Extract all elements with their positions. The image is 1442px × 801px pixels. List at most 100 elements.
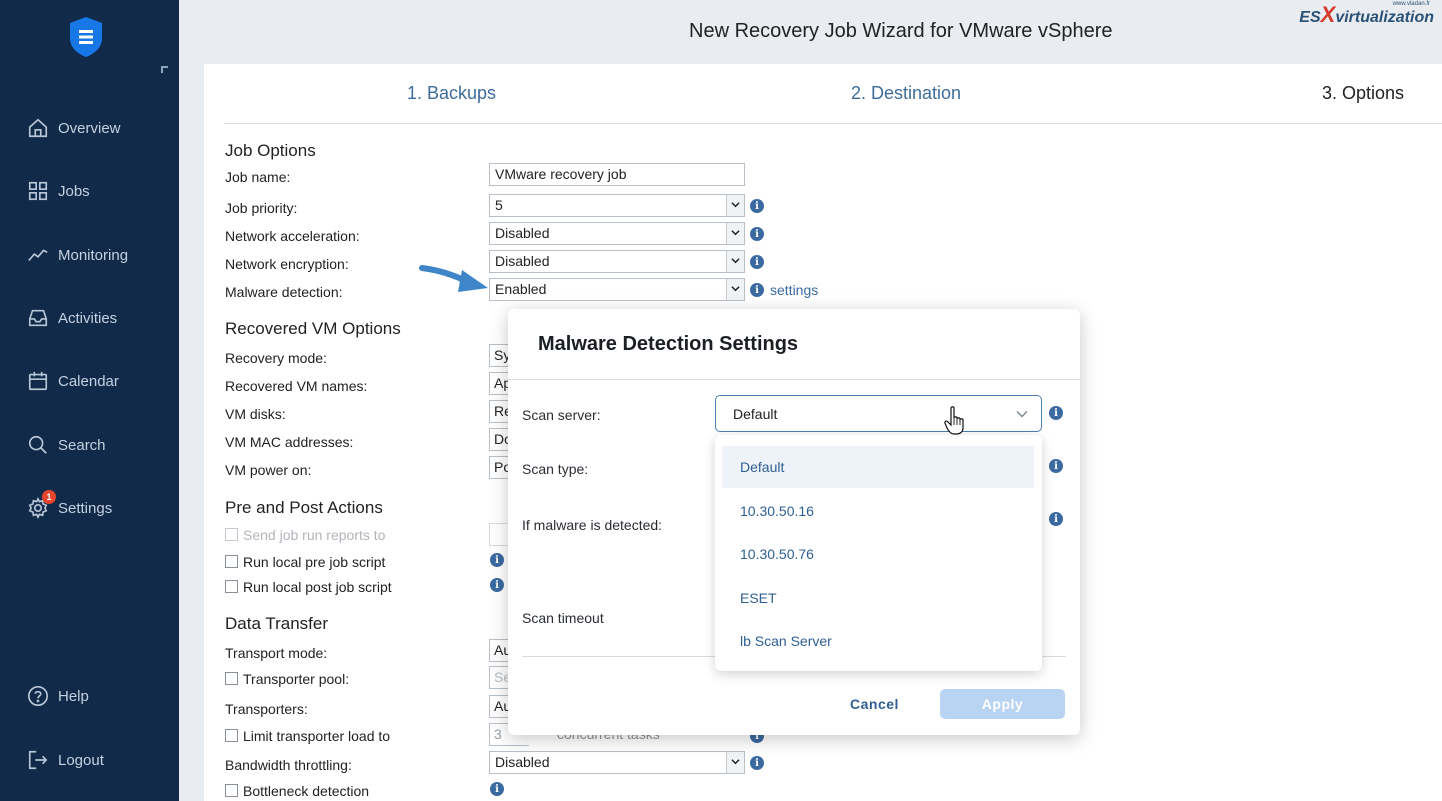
transporter-pool-label: Transporter pool: xyxy=(243,671,350,687)
dialog-title: Malware Detection Settings xyxy=(538,333,799,355)
network-acceleration-label: Network acceleration: xyxy=(225,228,360,244)
chevron-down-icon xyxy=(1016,411,1028,418)
dropdown-option[interactable]: 10.30.50.76 xyxy=(722,533,1034,575)
sidebar-item-calendar[interactable]: Calendar xyxy=(0,361,179,401)
malware-detection-label: Malware detection: xyxy=(225,284,343,300)
transporter-pool-checkbox[interactable] xyxy=(225,672,238,685)
malware-detection-select[interactable]: Enabled xyxy=(489,278,745,301)
section-pre-post-actions: Pre and Post Actions xyxy=(225,498,383,517)
post-job-script-checkbox[interactable] xyxy=(225,580,238,593)
info-icon[interactable]: i xyxy=(1049,459,1063,473)
gear-icon: 1 xyxy=(26,490,56,520)
sidebar-item-search[interactable]: Search xyxy=(0,425,179,465)
malware-settings-link[interactable]: settings xyxy=(770,282,818,298)
network-encryption-label: Network encryption: xyxy=(225,256,349,272)
sidebar-item-label: Overview xyxy=(58,119,121,137)
chevron-down-icon xyxy=(731,286,740,292)
vm-mac-addresses-label: VM MAC addresses: xyxy=(225,434,354,450)
post-job-script-label: Run local post job script xyxy=(243,579,392,595)
wizard-steps: 1. Backups 2. Destination 3. Options xyxy=(224,80,1442,124)
collapse-sidebar-icon[interactable] xyxy=(161,66,168,73)
sidebar-item-overview[interactable]: Overview xyxy=(0,108,179,148)
scan-timeout-label: Scan timeout xyxy=(522,610,604,626)
section-data-transfer: Data Transfer xyxy=(225,614,328,633)
info-icon[interactable]: i xyxy=(750,255,764,269)
watermark-logo: ESXvirtualization www.vladan.fr xyxy=(1299,1,1434,27)
sidebar-item-label: Search xyxy=(58,436,106,454)
limit-load-checkbox[interactable] xyxy=(225,729,238,742)
job-name-input[interactable]: VMware recovery job xyxy=(489,163,745,186)
step-destination[interactable]: 2. Destination xyxy=(851,83,961,104)
sidebar: Overview Jobs Monitoring Activities Cale… xyxy=(0,0,179,801)
info-icon[interactable]: i xyxy=(750,227,764,241)
info-icon[interactable]: i xyxy=(490,553,504,567)
bottleneck-detection-checkbox[interactable] xyxy=(225,784,238,797)
hand-cursor-icon xyxy=(944,406,964,435)
help-icon xyxy=(26,684,50,708)
if-malware-detected-label: If malware is detected: xyxy=(522,517,663,533)
calendar-icon xyxy=(26,369,50,393)
transporters-label: Transporters: xyxy=(225,701,308,717)
apply-button[interactable]: Apply xyxy=(940,689,1065,719)
chevron-down-icon xyxy=(731,258,740,264)
send-reports-checkbox xyxy=(225,528,238,541)
chevron-down-icon xyxy=(731,759,740,765)
bandwidth-throttling-select[interactable]: Disabled xyxy=(489,751,745,774)
sidebar-item-settings[interactable]: 1 Settings xyxy=(0,488,179,528)
pre-job-script-checkbox[interactable] xyxy=(225,555,238,568)
info-icon[interactable]: i xyxy=(490,578,504,592)
sidebar-item-jobs[interactable]: Jobs xyxy=(0,171,179,211)
info-icon[interactable]: i xyxy=(1049,406,1063,420)
scan-server-dropdown: Default 10.30.50.16 10.30.50.76 ESET lb … xyxy=(715,435,1042,671)
network-encryption-select[interactable]: Disabled xyxy=(489,250,745,273)
dropdown-option[interactable]: Default xyxy=(722,446,1034,488)
section-recovered-vm-options: Recovered VM Options xyxy=(225,319,401,338)
recovery-mode-label: Recovery mode: xyxy=(225,350,327,366)
transport-mode-label: Transport mode: xyxy=(225,645,328,661)
divider xyxy=(508,379,1080,380)
job-name-label: Job name: xyxy=(225,169,291,185)
header: New Recovery Job Wizard for VMware vSphe… xyxy=(179,0,1442,64)
recovered-vm-names-label: Recovered VM names: xyxy=(225,378,368,394)
page-title: New Recovery Job Wizard for VMware vSphe… xyxy=(689,20,1113,42)
pre-job-script-label: Run local pre job script xyxy=(243,554,386,570)
send-reports-label: Send job run reports to xyxy=(243,527,386,543)
network-acceleration-select[interactable]: Disabled xyxy=(489,222,745,245)
step-options[interactable]: 3. Options xyxy=(1322,83,1404,104)
scan-server-select[interactable]: Default xyxy=(715,395,1042,432)
dropdown-option[interactable]: lb Scan Server xyxy=(722,620,1034,662)
dropdown-option[interactable]: 10.30.50.16 xyxy=(722,490,1034,532)
grid-icon xyxy=(26,179,50,203)
sidebar-item-label: Settings xyxy=(58,499,113,517)
vm-disks-label: VM disks: xyxy=(225,406,286,422)
dropdown-option[interactable]: ESET xyxy=(722,577,1034,619)
sidebar-item-logout[interactable]: Logout xyxy=(0,740,179,780)
sidebar-item-label: Help xyxy=(58,687,89,705)
chart-line-icon xyxy=(26,243,50,267)
sidebar-item-help[interactable]: Help xyxy=(0,676,179,716)
sidebar-item-activities[interactable]: Activities xyxy=(0,298,179,338)
limit-load-label: Limit transporter load to xyxy=(243,728,391,744)
info-icon[interactable]: i xyxy=(750,283,764,297)
sidebar-item-label: Logout xyxy=(58,751,104,769)
job-priority-select[interactable]: 5 xyxy=(489,194,745,217)
sidebar-item-label: Jobs xyxy=(58,182,90,200)
step-backups[interactable]: 1. Backups xyxy=(407,83,496,104)
job-priority-label: Job priority: xyxy=(225,200,298,216)
sidebar-item-label: Calendar xyxy=(58,372,119,390)
scan-type-label: Scan type: xyxy=(522,461,589,477)
info-icon[interactable]: i xyxy=(750,756,764,770)
section-job-options: Job Options xyxy=(225,141,316,160)
info-icon[interactable]: i xyxy=(490,782,504,796)
notification-badge: 1 xyxy=(42,490,56,504)
app-logo-icon xyxy=(70,17,102,57)
info-icon[interactable]: i xyxy=(1049,512,1063,526)
home-icon xyxy=(26,116,50,140)
sidebar-item-label: Activities xyxy=(58,309,118,327)
sidebar-item-monitoring[interactable]: Monitoring xyxy=(0,235,179,275)
inbox-icon xyxy=(26,306,50,330)
logout-icon xyxy=(26,748,50,772)
info-icon[interactable]: i xyxy=(750,199,764,213)
cancel-button[interactable]: Cancel xyxy=(850,696,899,712)
search-icon xyxy=(26,433,50,457)
